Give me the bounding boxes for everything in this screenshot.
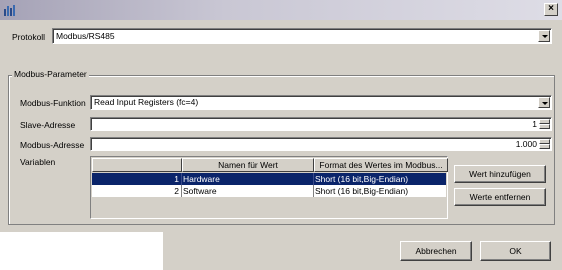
slave-adresse-value: 1 <box>532 119 537 129</box>
slave-adresse-spinner[interactable]: 1 <box>90 117 552 131</box>
table-header: Namen für Wert Format des Wertes im Modb… <box>92 158 448 172</box>
column-header-index[interactable] <box>92 158 182 172</box>
row-format: Short (16 bit,Big-Endian) <box>315 186 409 196</box>
cancel-button[interactable]: Abbrechen <box>400 241 472 261</box>
modbus-parameter-title: Modbus-Parameter <box>12 69 89 79</box>
variablen-label: Variablen <box>20 157 56 167</box>
chevron-down-icon[interactable] <box>538 30 550 42</box>
table-row[interactable]: 1 Hardware Short (16 bit,Big-Endian) <box>92 173 446 185</box>
chevron-down-icon[interactable] <box>538 97 550 108</box>
ok-button[interactable]: OK <box>480 241 551 261</box>
row-name: Hardware <box>182 173 314 185</box>
dialog-window: × Protokoll Modbus/RS485 Modbus-Paramete… <box>0 0 562 270</box>
row-format: Short (16 bit,Big-Endian) <box>315 174 409 184</box>
protokoll-value: Modbus/RS485 <box>56 31 115 41</box>
app-icon <box>3 3 17 17</box>
row-name: Software <box>182 185 314 197</box>
modbus-funktion-value: Read Input Registers (fc=4) <box>94 97 199 107</box>
protokoll-select[interactable]: Modbus/RS485 <box>52 28 552 44</box>
variables-table[interactable]: Namen für Wert Format des Wertes im Modb… <box>90 156 448 219</box>
modbus-adresse-label: Modbus-Adresse <box>20 140 85 150</box>
modbus-funktion-select[interactable]: Read Input Registers (fc=4) <box>90 95 552 110</box>
table-row[interactable]: 2 Software Short (16 bit,Big-Endian) <box>92 185 446 197</box>
row-index: 2 <box>92 185 182 197</box>
protokoll-label: Protokoll <box>12 32 46 42</box>
modbus-adresse-value: 1.000 <box>515 139 537 149</box>
remove-values-button[interactable]: Werte entfernen <box>454 188 546 206</box>
column-header-name[interactable]: Namen für Wert <box>182 158 314 172</box>
title-bar[interactable]: × <box>0 0 562 20</box>
add-value-button[interactable]: Wert hinzufügen <box>454 165 546 183</box>
close-button[interactable]: × <box>544 3 558 16</box>
spinner-arrows[interactable] <box>539 119 550 129</box>
background-panel <box>0 232 163 270</box>
row-index: 1 <box>92 173 182 185</box>
slave-adresse-label: Slave-Adresse <box>20 120 76 130</box>
modbus-funktion-label: Modbus-Funktion <box>20 98 86 108</box>
close-icon: × <box>548 3 554 14</box>
column-header-format[interactable]: Format des Wertes im Modbus... <box>314 158 448 172</box>
modbus-adresse-spinner[interactable]: 1.000 <box>90 137 552 151</box>
spinner-arrows[interactable] <box>539 139 550 149</box>
